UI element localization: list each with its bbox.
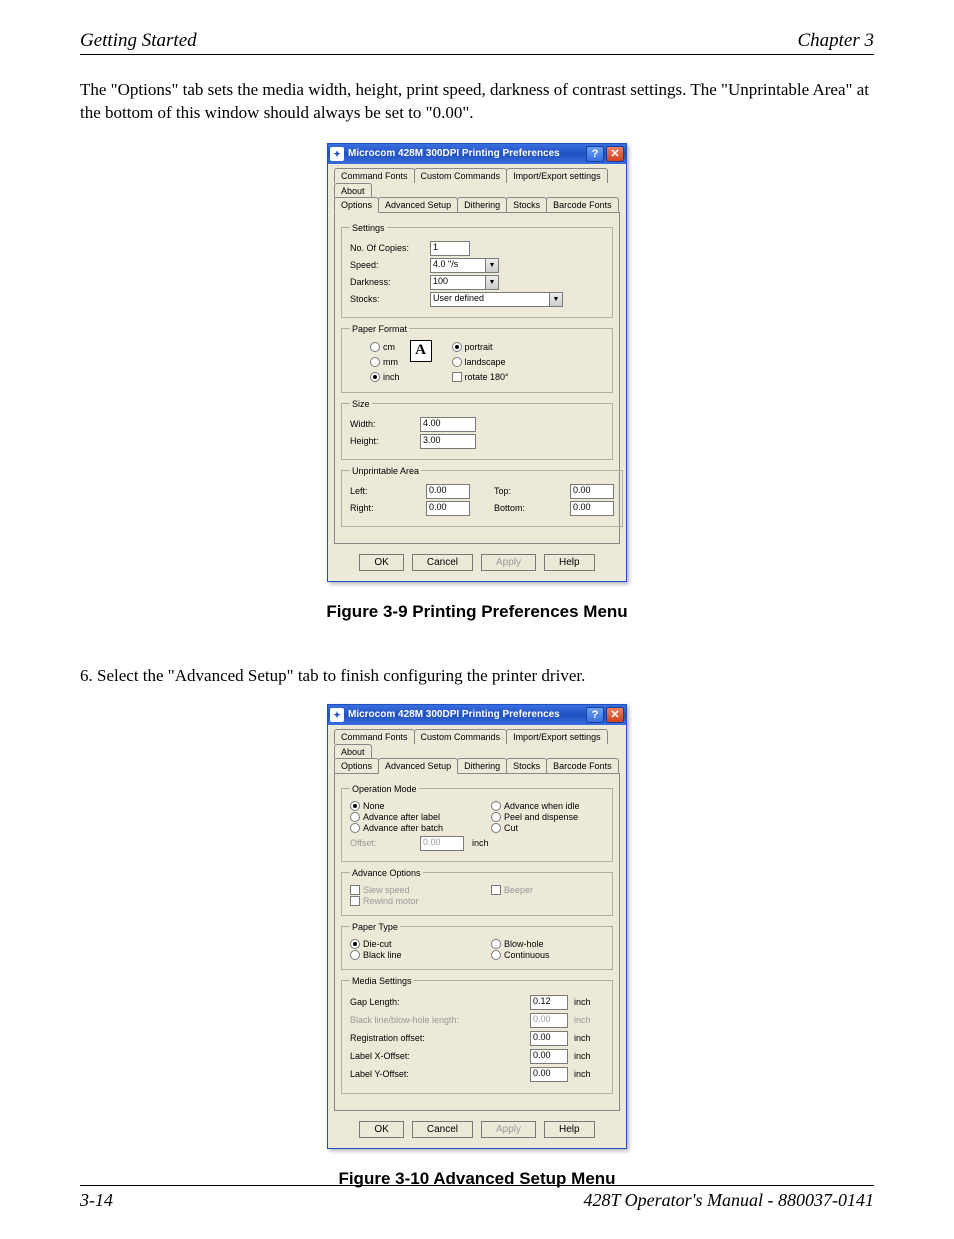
unit-cm[interactable]: cm: [370, 342, 400, 352]
footer-page-number: 3-14: [80, 1190, 113, 1211]
help-icon[interactable]: ?: [586, 707, 604, 723]
mode-after-batch[interactable]: Advance after batch: [350, 823, 463, 833]
apply-button[interactable]: Apply: [481, 1121, 536, 1138]
mode-when-idle[interactable]: Advance when idle: [491, 801, 604, 811]
label-y-offset-input[interactable]: 0.00: [530, 1067, 568, 1082]
tab-stocks[interactable]: Stocks: [506, 758, 547, 773]
tab-import-export[interactable]: Import/Export settings: [506, 168, 608, 183]
orient-portrait[interactable]: portrait: [452, 342, 509, 352]
tab-dithering[interactable]: Dithering: [457, 758, 507, 773]
dialog-printing-preferences-options: ✦ Microcom 428M 300DPI Printing Preferen…: [327, 143, 627, 582]
tab-import-export[interactable]: Import/Export settings: [506, 729, 608, 744]
mode-peel-dispense[interactable]: Peel and dispense: [491, 812, 604, 822]
tab-dithering[interactable]: Dithering: [457, 197, 507, 212]
header-rule: [80, 54, 874, 55]
header-right: Chapter 3: [797, 30, 874, 52]
tab-advanced-setup[interactable]: Advanced Setup: [378, 197, 458, 212]
tab-custom-commands[interactable]: Custom Commands: [414, 168, 508, 183]
unprintable-area-group: Unprintable Area Left:0.00 Top:0.00 Righ…: [341, 466, 623, 527]
darkness-select[interactable]: 100▼: [430, 275, 499, 290]
tab-command-fonts[interactable]: Command Fonts: [334, 168, 415, 183]
rewind-motor: Rewind motor: [350, 896, 463, 906]
header-left: Getting Started: [80, 30, 197, 52]
advance-options-group: Advance Options Slew speed Rewind motor …: [341, 868, 613, 916]
label-x-offset-input[interactable]: 0.00: [530, 1049, 568, 1064]
chevron-down-icon[interactable]: ▼: [485, 275, 499, 290]
tab-about[interactable]: About: [334, 744, 372, 759]
help-icon[interactable]: ?: [586, 146, 604, 162]
speed-select[interactable]: 4.0 "/s▼: [430, 258, 499, 273]
tab-stocks[interactable]: Stocks: [506, 197, 547, 212]
tab-options[interactable]: Options: [334, 758, 379, 773]
ok-button[interactable]: OK: [359, 1121, 403, 1138]
cancel-button[interactable]: Cancel: [412, 1121, 473, 1138]
mode-cut[interactable]: Cut: [491, 823, 604, 833]
gap-length-input[interactable]: 0.12: [530, 995, 568, 1010]
tab-custom-commands[interactable]: Custom Commands: [414, 729, 508, 744]
chevron-down-icon[interactable]: ▼: [485, 258, 499, 273]
window-title: Microcom 428M 300DPI Printing Preference…: [348, 148, 560, 159]
paper-type-group: Paper Type Die-cut Black line Blow-hole …: [341, 922, 613, 970]
paper-diecut[interactable]: Die-cut: [350, 939, 463, 949]
height-input[interactable]: 3.00: [420, 434, 476, 449]
left-input[interactable]: 0.00: [426, 484, 470, 499]
footer-manual-id: 428T Operator's Manual - 880037-0141: [583, 1190, 874, 1211]
tab-advanced-setup[interactable]: Advanced Setup: [378, 758, 458, 774]
rotate-180[interactable]: rotate 180°: [452, 372, 509, 382]
paper-blowhole[interactable]: Blow-hole: [491, 939, 604, 949]
orientation-preview-icon: A: [410, 340, 432, 362]
paper-format-group: Paper Format cm mm inch A portrait lands…: [341, 324, 613, 393]
help-button[interactable]: Help: [544, 554, 595, 571]
tab-about[interactable]: About: [334, 183, 372, 198]
cancel-button[interactable]: Cancel: [412, 554, 473, 571]
width-input[interactable]: 4.00: [420, 417, 476, 432]
orient-landscape[interactable]: landscape: [452, 357, 509, 367]
paper-continuous[interactable]: Continuous: [491, 950, 604, 960]
apply-button[interactable]: Apply: [481, 554, 536, 571]
size-group: Size Width:4.00 Height:3.00: [341, 399, 613, 460]
settings-group: Settings No. Of Copies: 1 Speed: 4.0 "/s…: [341, 223, 613, 318]
window-title: Microcom 428M 300DPI Printing Preference…: [348, 709, 560, 720]
ok-button[interactable]: OK: [359, 554, 403, 571]
titlebar[interactable]: ✦ Microcom 428M 300DPI Printing Preferen…: [328, 144, 626, 164]
step-6: 6. Select the "Advanced Setup" tab to fi…: [80, 666, 874, 686]
media-settings-group: Media Settings Gap Length:0.12inch Black…: [341, 976, 613, 1094]
tab-command-fonts[interactable]: Command Fonts: [334, 729, 415, 744]
tab-barcode-fonts[interactable]: Barcode Fonts: [546, 758, 619, 773]
close-icon[interactable]: ✕: [606, 707, 624, 723]
copies-input[interactable]: 1: [430, 241, 470, 256]
bottom-input[interactable]: 0.00: [570, 501, 614, 516]
unit-mm[interactable]: mm: [370, 357, 400, 367]
help-button[interactable]: Help: [544, 1121, 595, 1138]
figure-3-9-caption: Figure 3-9 Printing Preferences Menu: [80, 602, 874, 622]
mode-after-label[interactable]: Advance after label: [350, 812, 463, 822]
app-icon: ✦: [330, 708, 344, 722]
unit-inch[interactable]: inch: [370, 372, 400, 382]
tab-barcode-fonts[interactable]: Barcode Fonts: [546, 197, 619, 212]
stocks-select[interactable]: User defined▼: [430, 292, 563, 307]
paper-blackline[interactable]: Black line: [350, 950, 463, 960]
paragraph-1: The "Options" tab sets the media width, …: [80, 79, 874, 125]
titlebar[interactable]: ✦ Microcom 428M 300DPI Printing Preferen…: [328, 705, 626, 725]
chevron-down-icon[interactable]: ▼: [549, 292, 563, 307]
dialog-printing-preferences-advanced: ✦ Microcom 428M 300DPI Printing Preferen…: [327, 704, 627, 1149]
tab-options[interactable]: Options: [334, 197, 379, 213]
app-icon: ✦: [330, 147, 344, 161]
mode-none[interactable]: None: [350, 801, 463, 811]
top-input[interactable]: 0.00: [570, 484, 614, 499]
registration-offset-input[interactable]: 0.00: [530, 1031, 568, 1046]
close-icon[interactable]: ✕: [606, 146, 624, 162]
slow-speed: Slew speed: [350, 885, 463, 895]
offset-input: 0.00: [420, 836, 464, 851]
black-line-length-input: 0.00: [530, 1013, 568, 1028]
operation-mode-group: Operation Mode None Advance after label …: [341, 784, 613, 862]
beeper: Beeper: [491, 885, 604, 895]
right-input[interactable]: 0.00: [426, 501, 470, 516]
